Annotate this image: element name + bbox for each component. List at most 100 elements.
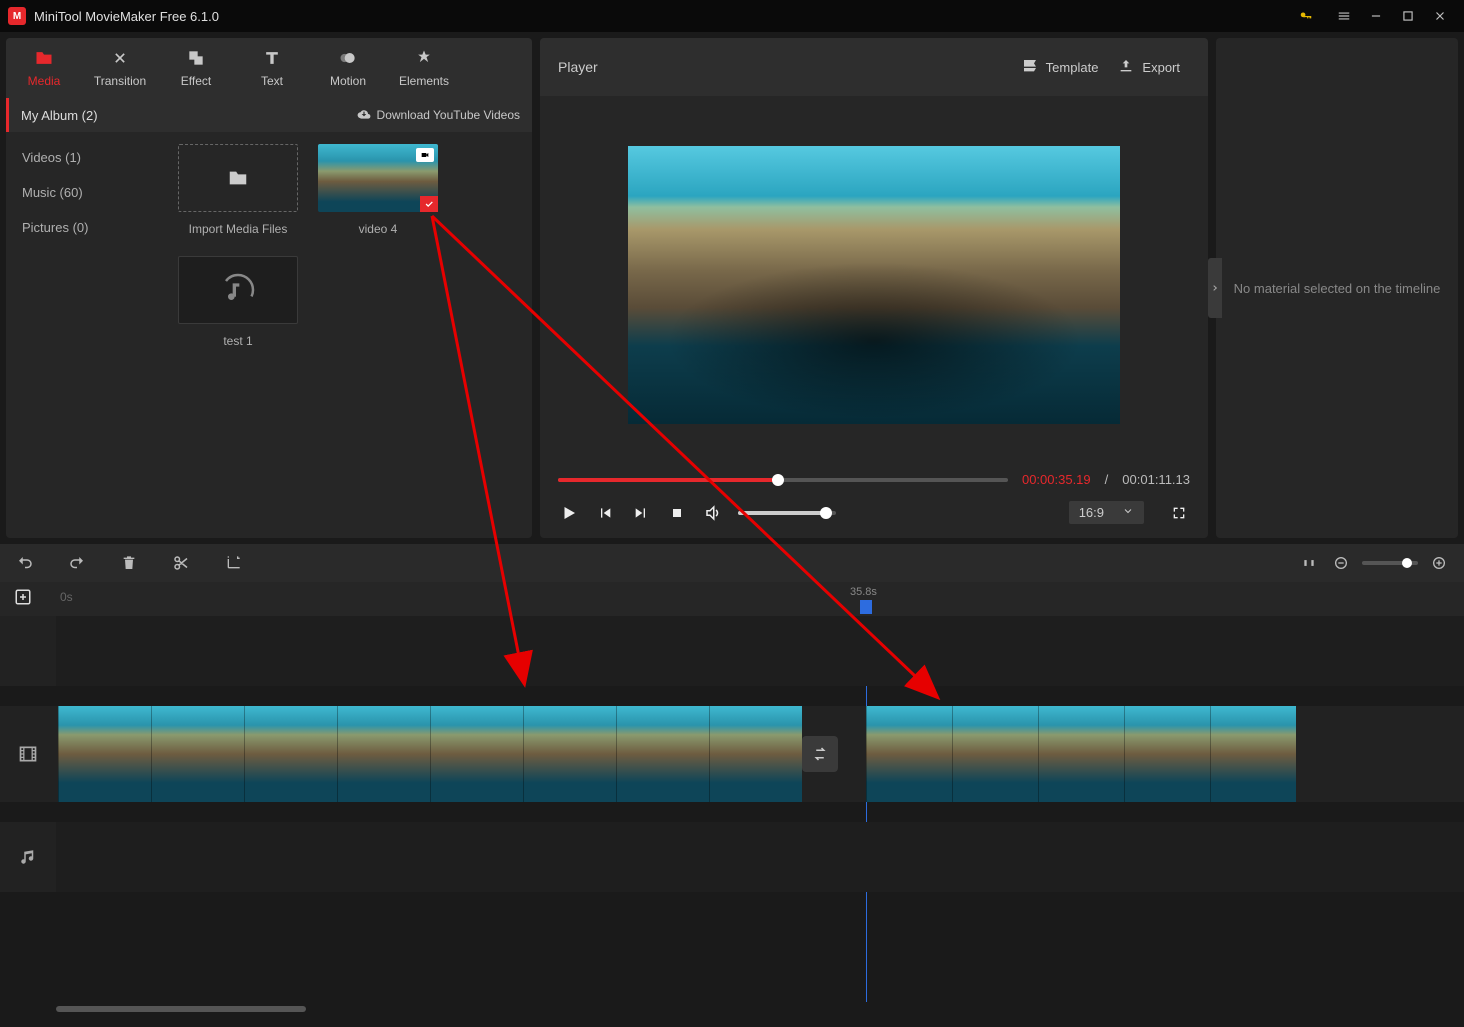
prev-frame-button[interactable]	[594, 502, 616, 524]
media-thumb-test1	[178, 256, 298, 324]
timeline-scrollbar[interactable]	[0, 1002, 1464, 1016]
download-youtube-link[interactable]: Download YouTube Videos	[357, 107, 520, 124]
tab-elements[interactable]: Elements	[386, 38, 462, 98]
split-button[interactable]	[170, 552, 192, 574]
timeline: 0s 35.8s	[0, 544, 1464, 1016]
media-panel: Media Transition Effect Text Motion Elem…	[6, 38, 532, 538]
titlebar: M MiniTool MovieMaker Free 6.1.0	[0, 0, 1464, 32]
tab-motion-label: Motion	[330, 74, 366, 88]
timeline-ruler[interactable]: 0s 35.8s	[0, 582, 1464, 616]
export-button[interactable]: Export	[1108, 58, 1190, 77]
collapse-inspector-button[interactable]	[1208, 258, 1222, 318]
tab-effect-label: Effect	[181, 74, 211, 88]
key-icon[interactable]	[1290, 0, 1322, 32]
current-time: 00:00:35.19	[1022, 472, 1091, 487]
seek-row: 00:00:35.19 / 00:01:11.13	[558, 472, 1190, 487]
video-frame[interactable]	[628, 146, 1120, 424]
media-grid: Import Media Files video 4 test 1	[166, 132, 532, 538]
timeline-tracks	[0, 616, 1464, 1002]
transition-icon	[110, 48, 130, 68]
transition-slot-button[interactable]	[802, 736, 838, 772]
album-bar: My Album (2) Download YouTube Videos	[6, 98, 532, 132]
next-frame-button[interactable]	[630, 502, 652, 524]
elements-icon	[414, 48, 434, 68]
hamburger-icon[interactable]	[1328, 0, 1360, 32]
motion-icon	[338, 48, 358, 68]
top-tabs: Media Transition Effect Text Motion Elem…	[6, 38, 532, 98]
tab-transition[interactable]: Transition	[82, 38, 158, 98]
playhead-handle[interactable]	[860, 600, 872, 614]
playhead-time-label: 35.8s	[850, 586, 877, 598]
overlay-track-body[interactable]	[56, 616, 1464, 686]
export-icon	[1118, 58, 1134, 77]
category-music[interactable]: Music (60)	[6, 175, 166, 210]
time-separator: /	[1105, 472, 1109, 487]
control-row: 16:9	[558, 501, 1190, 524]
timeline-zoom	[1298, 552, 1450, 574]
delete-button[interactable]	[118, 552, 140, 574]
video-track-head[interactable]	[0, 706, 56, 802]
timeline-scrollbar-thumb[interactable]	[56, 1006, 306, 1012]
duration-time: 00:01:11.13	[1122, 472, 1190, 487]
zoom-in-button[interactable]	[1428, 552, 1450, 574]
redo-button[interactable]	[66, 552, 88, 574]
media-thumb-video4	[318, 144, 438, 212]
add-track-button[interactable]	[14, 588, 36, 610]
volume-button[interactable]	[702, 502, 724, 524]
main-area: Media Transition Effect Text Motion Elem…	[0, 32, 1464, 544]
stop-button[interactable]	[666, 502, 688, 524]
audio-track-head[interactable]	[0, 822, 56, 892]
import-media-label: Import Media Files	[189, 222, 288, 236]
import-media-thumb	[178, 144, 298, 212]
overlay-track-head[interactable]	[0, 616, 56, 686]
media-item-video4[interactable]: video 4	[318, 144, 438, 236]
tab-text-label: Text	[261, 74, 283, 88]
ruler-zero-label: 0s	[60, 590, 73, 604]
player-header: Player Template Export	[540, 38, 1208, 96]
zoom-thumb[interactable]	[1402, 558, 1412, 568]
category-videos[interactable]: Videos (1)	[6, 140, 166, 175]
audio-track	[0, 822, 1464, 892]
text-icon	[262, 48, 282, 68]
minimize-button[interactable]	[1360, 0, 1392, 32]
template-label: Template	[1046, 60, 1099, 75]
aspect-ratio-label: 16:9	[1079, 505, 1104, 520]
app-title: MiniTool MovieMaker Free 6.1.0	[34, 9, 1290, 24]
player-video-area	[540, 96, 1208, 464]
seek-thumb[interactable]	[772, 474, 784, 486]
video-track-body[interactable]	[56, 706, 1464, 802]
audio-track-body[interactable]	[56, 822, 1464, 892]
media-item-test1[interactable]: test 1	[178, 256, 298, 348]
crop-button[interactable]	[222, 552, 244, 574]
volume-track[interactable]	[738, 511, 836, 515]
chevron-down-icon	[1122, 505, 1134, 520]
import-media-item[interactable]: Import Media Files	[178, 144, 298, 236]
tab-effect[interactable]: Effect	[158, 38, 234, 98]
category-pictures[interactable]: Pictures (0)	[6, 210, 166, 245]
template-button[interactable]: Template	[1012, 58, 1109, 77]
seek-track[interactable]	[558, 478, 1008, 482]
player-title: Player	[558, 59, 1012, 75]
play-button[interactable]	[558, 502, 580, 524]
zoom-fit-button[interactable]	[1298, 552, 1320, 574]
timeline-clip-2[interactable]	[866, 706, 1296, 802]
aspect-ratio-select[interactable]: 16:9	[1069, 501, 1144, 524]
chevron-right-icon	[1211, 284, 1219, 292]
maximize-button[interactable]	[1392, 0, 1424, 32]
tab-transition-label: Transition	[94, 74, 146, 88]
video-badge-icon	[416, 148, 434, 162]
volume-thumb[interactable]	[820, 507, 832, 519]
tab-motion[interactable]: Motion	[310, 38, 386, 98]
player-controls: 00:00:35.19 / 00:01:11.13 16:9	[540, 464, 1208, 538]
tab-media[interactable]: Media	[6, 38, 82, 98]
fullscreen-button[interactable]	[1168, 502, 1190, 524]
zoom-track[interactable]	[1362, 561, 1418, 565]
undo-button[interactable]	[14, 552, 36, 574]
timeline-clip-1[interactable]	[58, 706, 802, 802]
tab-text[interactable]: Text	[234, 38, 310, 98]
player-panel: Player Template Export 00:00:35.19 / 00:	[540, 38, 1208, 538]
zoom-out-button[interactable]	[1330, 552, 1352, 574]
album-title: My Album (2)	[21, 108, 98, 123]
media-body: Videos (1) Music (60) Pictures (0) Impor…	[6, 132, 532, 538]
close-button[interactable]	[1424, 0, 1456, 32]
